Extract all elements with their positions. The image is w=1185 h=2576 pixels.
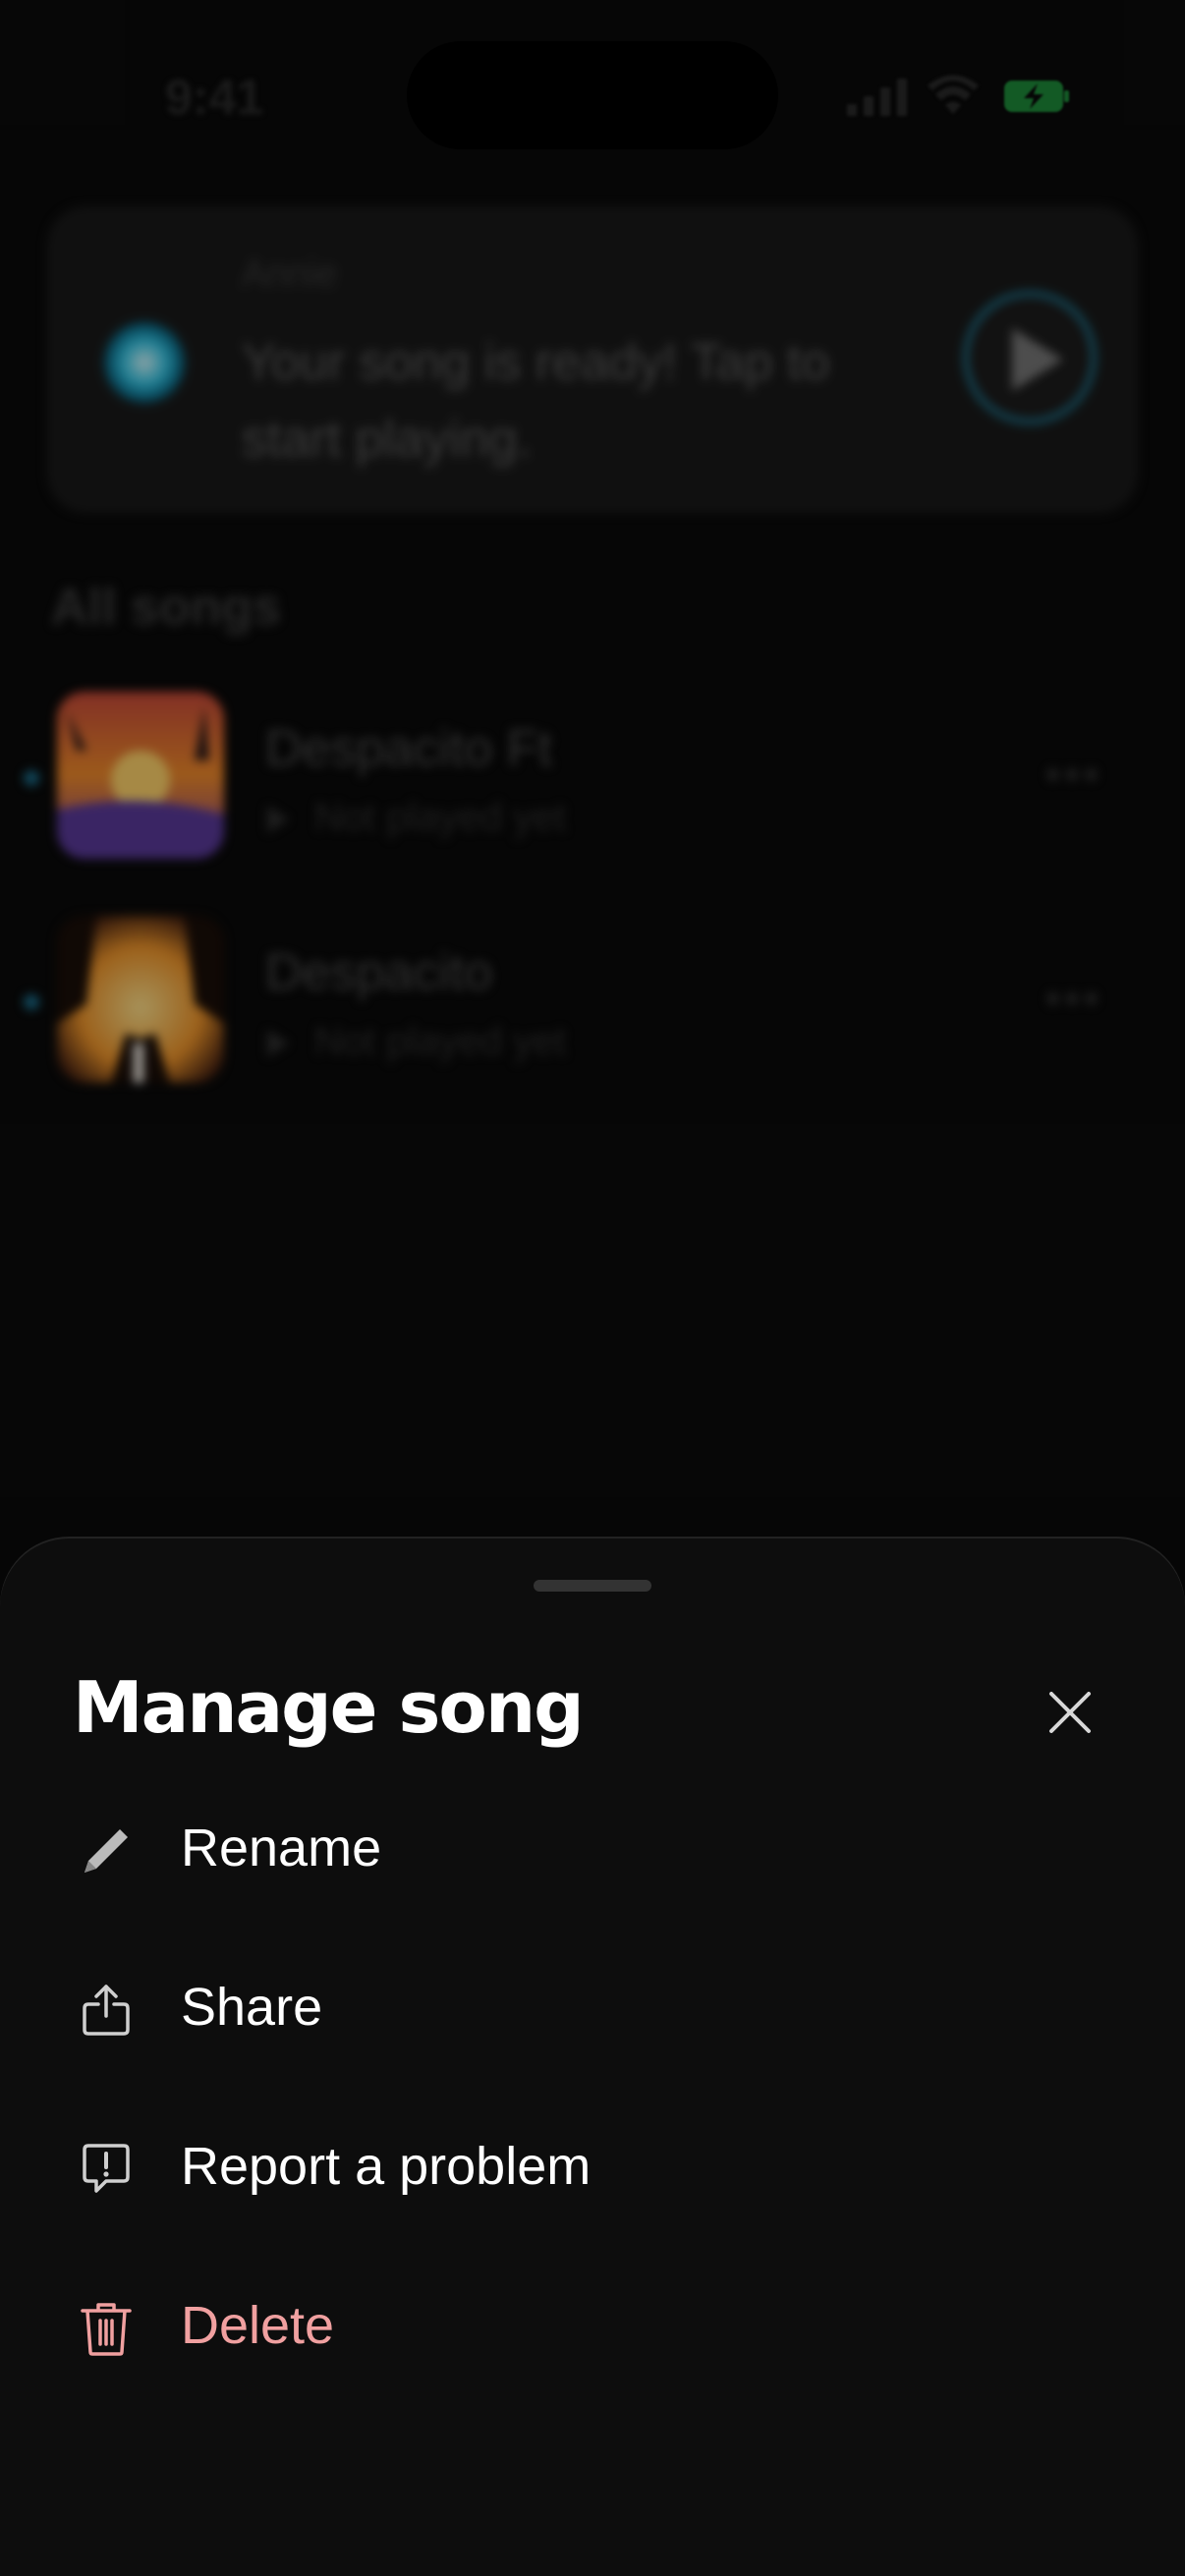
share-button[interactable]: Share [59,1945,1130,2073]
share-icon [83,1985,130,2036]
manage-song-sheet: Manage song Rename Share Report a proble… [0,1539,1185,2576]
trash-icon [81,2303,132,2356]
rename-label: Rename [181,1819,382,1877]
report-problem-button[interactable]: Report a problem [59,2104,1130,2232]
report-icon [83,2144,130,2193]
rename-button[interactable]: Rename [59,1786,1130,1914]
close-icon[interactable] [1036,1678,1104,1747]
delete-button[interactable]: Delete [59,2264,1130,2391]
share-label: Share [181,1978,323,2037]
sheet-title: Manage song [73,1666,585,1749]
sheet-drag-handle[interactable] [534,1580,651,1592]
pencil-icon [85,1829,128,1873]
report-problem-label: Report a problem [181,2137,592,2196]
delete-label: Delete [181,2296,335,2355]
